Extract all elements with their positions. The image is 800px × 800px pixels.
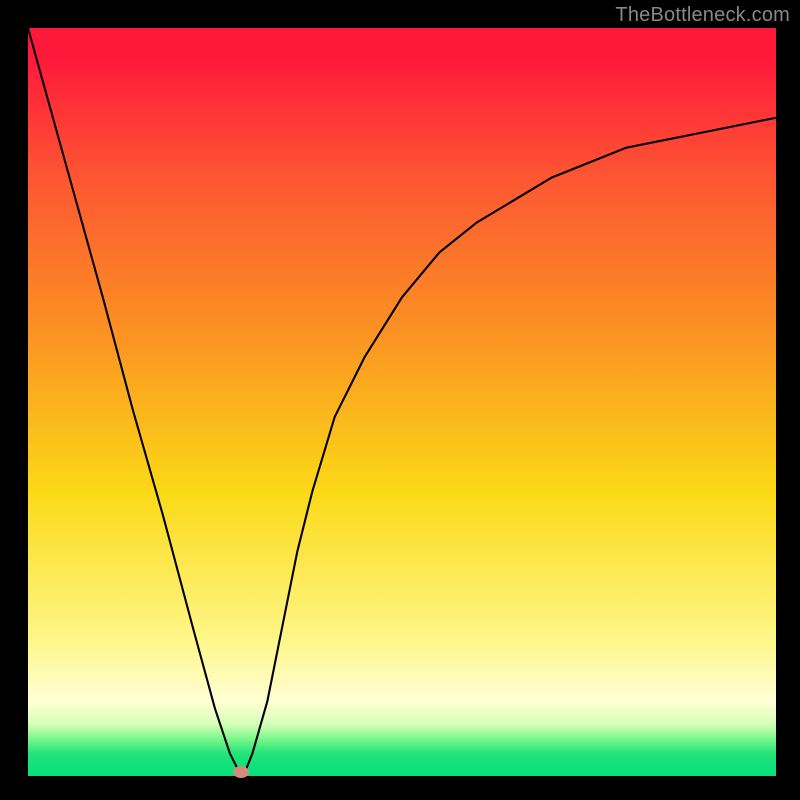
curve-svg bbox=[28, 28, 776, 776]
bottleneck-curve bbox=[28, 28, 776, 772]
optimal-point-marker bbox=[233, 766, 249, 778]
chart-container: TheBottleneck.com bbox=[0, 0, 800, 800]
plot-area bbox=[28, 28, 776, 776]
attribution-label: TheBottleneck.com bbox=[615, 4, 790, 27]
